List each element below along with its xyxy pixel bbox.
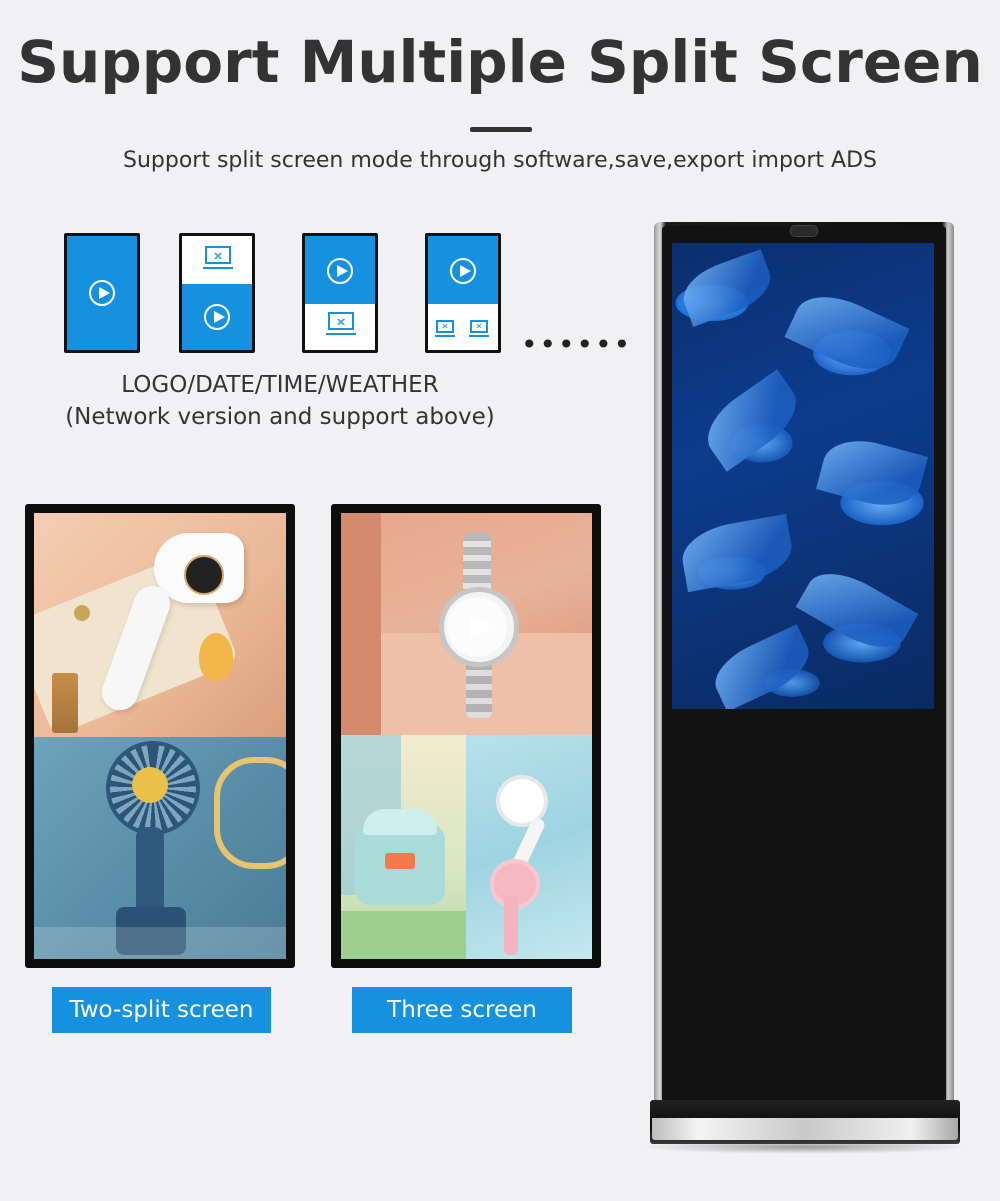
fan-surface — [34, 927, 286, 959]
leaf — [706, 624, 818, 709]
kiosk-base-trim — [652, 1118, 958, 1140]
pink-fan-handle — [504, 895, 518, 955]
handheld-fan-panel — [466, 735, 592, 959]
fan-handle — [136, 827, 164, 917]
play-icon — [204, 304, 230, 330]
gold-decor — [214, 757, 286, 869]
leaf — [784, 282, 910, 384]
play-icon — [450, 258, 476, 284]
more-modes-ellipsis: •••••• — [521, 328, 633, 361]
image-icon-base — [203, 267, 233, 269]
leaf — [695, 369, 809, 472]
mode-video-over-two-images — [425, 233, 501, 353]
image-icon-base — [469, 335, 489, 337]
watch-panel — [341, 513, 592, 735]
three-screen — [341, 513, 592, 959]
mode-image-over-video — [179, 233, 255, 353]
kiosk-display-leaves — [672, 243, 934, 709]
cosmetic-bottle — [52, 673, 78, 733]
hair-removal-panel — [34, 513, 286, 737]
page-title: Support Multiple Split Screen — [17, 28, 983, 96]
image-half — [182, 236, 252, 284]
mode-full-video — [64, 233, 140, 353]
image-icon-base — [435, 335, 455, 337]
mode-video-over-image — [302, 233, 378, 353]
leaf — [815, 431, 929, 515]
image-icon — [470, 320, 488, 333]
video-half — [182, 284, 252, 350]
two-split-screen-label: Two-split screen — [52, 987, 271, 1033]
device-display — [184, 555, 224, 595]
camera-icon — [790, 225, 818, 237]
leaf — [677, 513, 797, 593]
video-half — [305, 236, 375, 304]
play-icon — [327, 258, 353, 284]
makeup-sponge — [199, 633, 233, 681]
leaf — [676, 249, 778, 327]
two-split-screen — [34, 513, 286, 959]
rice-cooker-lid — [363, 809, 437, 835]
feature-note-line1: LOGO/DATE/TIME/WEATHER — [121, 372, 439, 398]
title-underline — [470, 127, 532, 132]
rice-cooker-display — [385, 853, 415, 869]
image-icon — [205, 246, 231, 264]
leaf — [795, 559, 919, 662]
play-icon — [89, 280, 115, 306]
bag-button — [74, 605, 90, 621]
play-icon[interactable] — [447, 597, 507, 657]
image-icon — [436, 320, 454, 333]
video-half — [428, 236, 498, 304]
fan-panel — [34, 737, 286, 959]
green-base — [341, 911, 466, 959]
rice-cooker-panel — [341, 735, 466, 959]
image-icon — [328, 312, 354, 330]
fan-hub — [132, 767, 168, 803]
feature-note-line2: (Network version and support above) — [65, 404, 495, 430]
page-subtitle: Support split screen mode through softwa… — [123, 148, 877, 173]
three-screen-label: Three screen — [352, 987, 572, 1033]
wall-shadow — [341, 513, 381, 735]
image-half — [428, 304, 498, 350]
image-icon-base — [326, 333, 356, 335]
image-half — [305, 304, 375, 350]
